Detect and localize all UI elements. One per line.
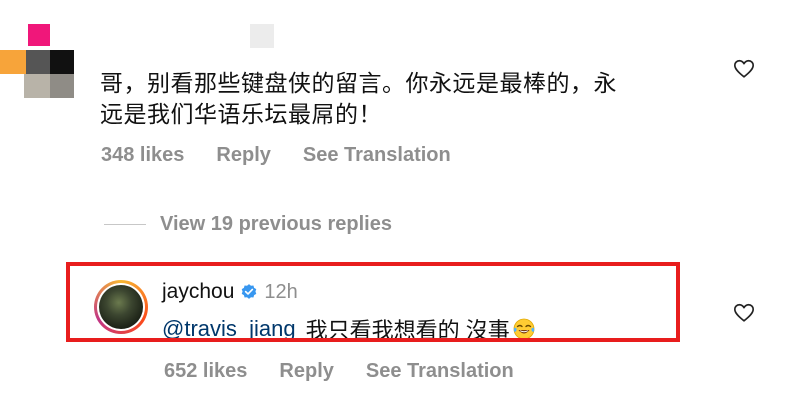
censored-username (250, 24, 274, 48)
highlight-box (66, 262, 680, 342)
reply-see-translation[interactable]: See Translation (366, 360, 514, 383)
comment-reply-button[interactable]: Reply (216, 144, 270, 167)
commenter-avatar[interactable] (0, 20, 80, 104)
comment-text-line2: 远是我们华语乐坛最屌的！ (100, 101, 382, 127)
heart-icon[interactable] (733, 302, 755, 324)
view-previous-replies[interactable]: View 19 previous replies (104, 210, 392, 238)
reply-reply-button[interactable]: Reply (279, 360, 333, 383)
comment-see-translation[interactable]: See Translation (303, 144, 451, 167)
comment-text: 哥，别看那些键盘侠的留言。你永远是最棒的，永 远是我们华语乐坛最屌的！ (100, 68, 700, 130)
reply-likes[interactable]: 652 likes (164, 360, 247, 383)
reply-meta: 652 likes Reply See Translation (164, 360, 514, 383)
divider-line (104, 223, 146, 225)
comment-text-line1: 哥，别看那些键盘侠的留言。你永远是最棒的，永 (100, 70, 617, 96)
view-replies-label: View 19 previous replies (160, 212, 392, 235)
comment-likes[interactable]: 348 likes (101, 144, 184, 167)
comment-meta: 348 likes Reply See Translation (101, 144, 451, 167)
heart-icon[interactable] (733, 58, 755, 80)
